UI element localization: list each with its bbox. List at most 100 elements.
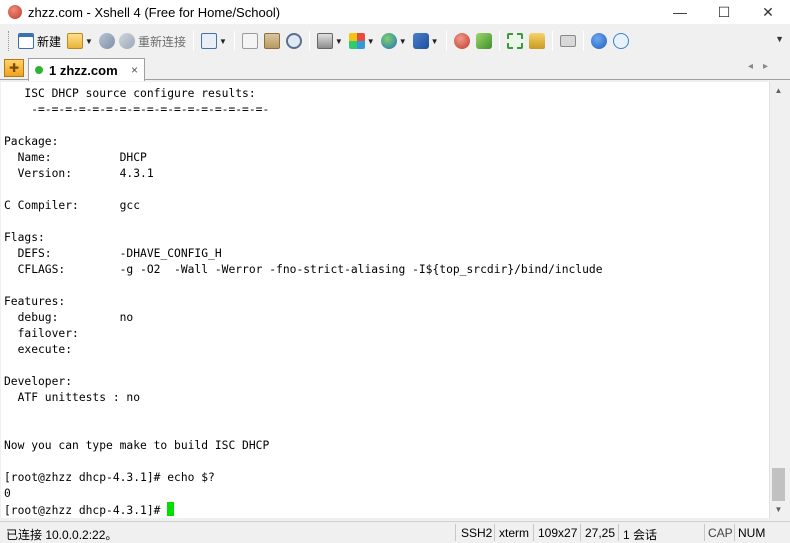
paste-button[interactable] xyxy=(261,30,283,52)
keyboard-icon xyxy=(559,35,576,47)
xshell-app-icon[interactable] xyxy=(8,5,22,19)
script-button[interactable] xyxy=(473,30,495,52)
terminal-line: Flags: xyxy=(4,231,45,244)
print-button[interactable]: ▼ xyxy=(314,30,346,52)
terminal-line: Now you can type make to build ISC DHCP xyxy=(4,439,270,452)
chevron-down-icon: ▼ xyxy=(218,36,227,46)
terminal-line: debug: no xyxy=(4,311,134,324)
keyboard-button[interactable] xyxy=(557,30,579,52)
title-bar: zhzz.com - Xshell 4 (Free for Home/Schoo… xyxy=(0,0,790,24)
terminal-scrollbar[interactable]: ▲ ▼ xyxy=(769,82,787,518)
session-count-status: 1 会话 xyxy=(623,528,658,542)
status-bar: 已连接 10.0.0.2:22。 SSH2 xterm 109x27 27,25… xyxy=(0,521,790,543)
toolbar-separator xyxy=(498,31,500,51)
fullscreen-button[interactable] xyxy=(504,30,526,52)
reconnect-label: 重新连接 xyxy=(137,34,186,49)
terminal-size-status: 109x27 xyxy=(538,526,578,540)
xftp-button[interactable] xyxy=(451,30,473,52)
connection-status-icon xyxy=(35,66,43,74)
toolbar-grip[interactable] xyxy=(8,31,11,51)
toolbar-separator xyxy=(582,31,584,51)
encoding-button[interactable]: ▼ xyxy=(378,30,410,52)
scroll-up-icon[interactable]: ▲ xyxy=(770,82,787,99)
session-tab-bar: ✚ 1 zhzz.com × ◂▸ xyxy=(0,56,790,81)
chevron-down-icon: ▼ xyxy=(334,36,343,46)
terminal-line: Version: 4.3.1 xyxy=(4,167,154,180)
tab-zhzz-com[interactable]: 1 zhzz.com × xyxy=(28,58,145,81)
terminal-line: ATF unittests : no xyxy=(4,391,141,404)
help-button[interactable] xyxy=(588,30,610,52)
toolbar-overflow-icon[interactable]: ▼ xyxy=(775,34,784,44)
terminal-line: C Compiler: gcc xyxy=(4,199,141,212)
main-toolbar: 新建 ▼ 重新连接 ▼ ▼ ▼ ▼ ▼ ▼ xyxy=(0,28,790,54)
close-button[interactable]: ✕ xyxy=(746,0,790,24)
terminal-type-status: xterm xyxy=(499,526,529,540)
status-divider xyxy=(704,524,705,541)
maximize-button[interactable]: ☐ xyxy=(702,0,746,24)
tab-close-icon[interactable]: × xyxy=(131,63,138,77)
cursor-position-status: 27,25 xyxy=(585,526,616,540)
scroll-down-icon[interactable]: ▼ xyxy=(770,501,787,518)
protocol-status: SSH2 xyxy=(461,526,493,540)
status-divider xyxy=(494,524,495,541)
globe-icon xyxy=(380,33,397,49)
num-lock-status: NUM xyxy=(738,526,766,540)
reconnect-icon xyxy=(118,33,135,49)
find-button[interactable] xyxy=(283,30,305,52)
terminal-line: failover: xyxy=(4,327,79,340)
terminal-view[interactable]: ISC DHCP source configure results: -=-=-… xyxy=(1,82,769,518)
terminal-line: execute: xyxy=(4,343,73,356)
terminal-line: 0 xyxy=(4,487,11,500)
properties-button[interactable]: ▼ xyxy=(198,30,230,52)
terminal-line: Name: DHCP xyxy=(4,151,147,164)
new-session-icon xyxy=(18,33,34,49)
lock-button[interactable] xyxy=(526,30,548,52)
paste-icon xyxy=(263,33,280,49)
new-session-label: 新建 xyxy=(37,34,62,49)
toolbar-separator xyxy=(192,31,194,51)
terminal-line: CFLAGS: -g -O2 -Wall -Werror -fno-strict… xyxy=(4,263,603,276)
toolbar-separator xyxy=(445,31,447,51)
window-controls: — ☐ ✕ xyxy=(658,0,790,24)
minimize-button[interactable]: — xyxy=(658,0,702,24)
speech-bubble-icon xyxy=(612,33,629,49)
terminal-line: Features: xyxy=(4,295,66,308)
toolbar-separator xyxy=(308,31,310,51)
terminal-line: [root@zhzz dhcp-4.3.1]# echo $? xyxy=(4,471,215,484)
help-icon xyxy=(590,33,607,49)
color-scheme-button[interactable]: ▼ xyxy=(346,30,378,52)
scrollbar-thumb[interactable] xyxy=(772,468,785,501)
chevron-down-icon: ▼ xyxy=(430,36,439,46)
toolbar-separator xyxy=(551,31,553,51)
tab-scroll-arrows-icon[interactable]: ◂▸ xyxy=(748,61,778,72)
terminal-line: Package: xyxy=(4,135,59,148)
new-session-button[interactable]: 新建 xyxy=(15,30,64,52)
terminal-line: -=-=-=-=-=-=-=-=-=-=-=-=-=-=-=-=-=- xyxy=(4,103,270,116)
terminal-prompt-line: [root@zhzz dhcp-4.3.1]# xyxy=(4,502,769,518)
color-scheme-icon xyxy=(348,33,365,49)
terminal-output: ISC DHCP source configure results: -=-=-… xyxy=(1,82,769,518)
status-divider xyxy=(580,524,581,541)
link-icon xyxy=(98,33,115,49)
terminal-line: ISC DHCP source configure results: xyxy=(4,87,256,100)
script-icon xyxy=(475,33,492,49)
properties-icon xyxy=(200,33,217,49)
add-tab-button[interactable]: ✚ xyxy=(4,59,24,77)
xftp-icon xyxy=(453,33,470,49)
chat-button[interactable] xyxy=(610,30,632,52)
open-folder-button[interactable]: ▼ xyxy=(64,30,96,52)
copy-button[interactable] xyxy=(239,30,261,52)
chevron-down-icon: ▼ xyxy=(398,36,407,46)
shell-prompt: [root@zhzz dhcp-4.3.1]# xyxy=(4,504,168,517)
fullscreen-icon xyxy=(506,33,523,49)
reconnect-button[interactable]: 重新连接 xyxy=(96,30,189,52)
font-button[interactable]: ▼ xyxy=(410,30,442,52)
terminal-line: Developer: xyxy=(4,375,73,388)
window-title: zhzz.com - Xshell 4 (Free for Home/Schoo… xyxy=(28,4,281,20)
